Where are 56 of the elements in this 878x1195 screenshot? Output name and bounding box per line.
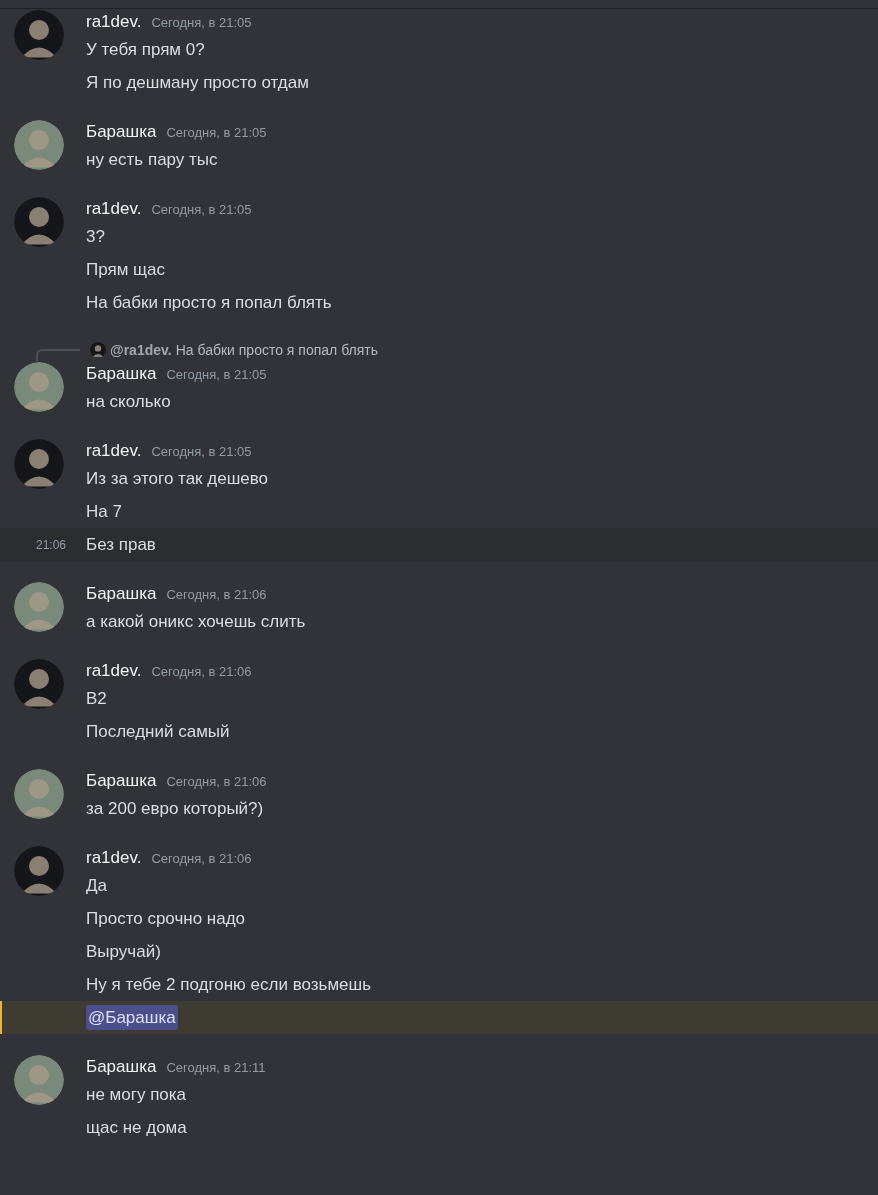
message-text: На 7 — [86, 500, 122, 523]
message-text: Да — [86, 874, 107, 897]
message-text: Последний самый — [86, 720, 230, 743]
timestamp: Сегодня, в 21:11 — [166, 1059, 266, 1077]
user-avatar[interactable] — [14, 197, 64, 247]
username[interactable]: ra1dev. — [86, 196, 142, 222]
message-text: а какой оникс хочешь слить — [86, 610, 306, 633]
message-text: 3? — [86, 225, 105, 248]
user-avatar[interactable] — [90, 342, 106, 358]
message-text: Без прав — [86, 533, 156, 556]
username[interactable]: ra1dev. — [86, 438, 142, 464]
user-avatar[interactable] — [14, 362, 64, 412]
reply-preview[interactable]: На бабки просто я попал блять — [175, 339, 378, 361]
user-avatar[interactable] — [14, 120, 64, 170]
username[interactable]: Барашка — [86, 1054, 157, 1080]
user-avatar[interactable] — [14, 659, 64, 709]
message-text: Из за этого так дешево — [86, 467, 269, 490]
timestamp: Сегодня, в 21:05 — [166, 366, 267, 384]
message-text: Просто срочно надо — [86, 907, 246, 930]
timestamp: Сегодня, в 21:06 — [151, 850, 252, 868]
message-text: На бабки просто я попал блять — [86, 291, 332, 314]
message-text: B2 — [86, 687, 107, 710]
message-text: за 200 евро который?) — [86, 797, 264, 820]
message-text: щас не дома — [86, 1116, 187, 1139]
user-avatar[interactable] — [14, 439, 64, 489]
username[interactable]: ra1dev. — [86, 658, 142, 684]
reply-connector — [36, 349, 80, 361]
user-mention[interactable]: @Барашка — [86, 1004, 178, 1031]
username[interactable]: Барашка — [86, 119, 157, 145]
message-time: 21:06 — [35, 536, 66, 554]
timestamp: Сегодня, в 21:05 — [151, 443, 252, 461]
reply-author[interactable]: @ra1dev. — [110, 339, 172, 361]
message-text: Прям щас — [86, 258, 166, 281]
user-avatar[interactable] — [14, 10, 64, 60]
user-avatar[interactable] — [14, 582, 64, 632]
user-avatar[interactable] — [14, 1055, 64, 1105]
message-text: ну есть пару тыс — [86, 148, 218, 171]
message-text: Ну я тебе 2 подгоню если возьмешь — [86, 973, 372, 996]
message-text: на сколько — [86, 390, 171, 413]
user-avatar[interactable] — [14, 846, 64, 896]
message-text: Выручай) — [86, 940, 161, 963]
username[interactable]: Барашка — [86, 361, 157, 387]
username[interactable]: Барашка — [86, 768, 157, 794]
message-text: У тебя прям 0? — [86, 38, 205, 61]
username[interactable]: ra1dev. — [86, 845, 142, 871]
timestamp: Сегодня, в 21:05 — [151, 14, 252, 32]
timestamp: Сегодня, в 21:06 — [151, 663, 252, 681]
username[interactable]: Барашка — [86, 581, 157, 607]
timestamp: Сегодня, в 21:05 — [151, 201, 252, 219]
timestamp: Сегодня, в 21:06 — [166, 586, 267, 604]
timestamp: Сегодня, в 21:05 — [166, 124, 267, 142]
user-avatar[interactable] — [14, 769, 64, 819]
message-text: Я по дешману просто отдам — [86, 71, 309, 94]
username[interactable]: ra1dev. — [86, 9, 142, 35]
message-text: не могу пока — [86, 1083, 187, 1106]
timestamp: Сегодня, в 21:06 — [166, 773, 267, 791]
